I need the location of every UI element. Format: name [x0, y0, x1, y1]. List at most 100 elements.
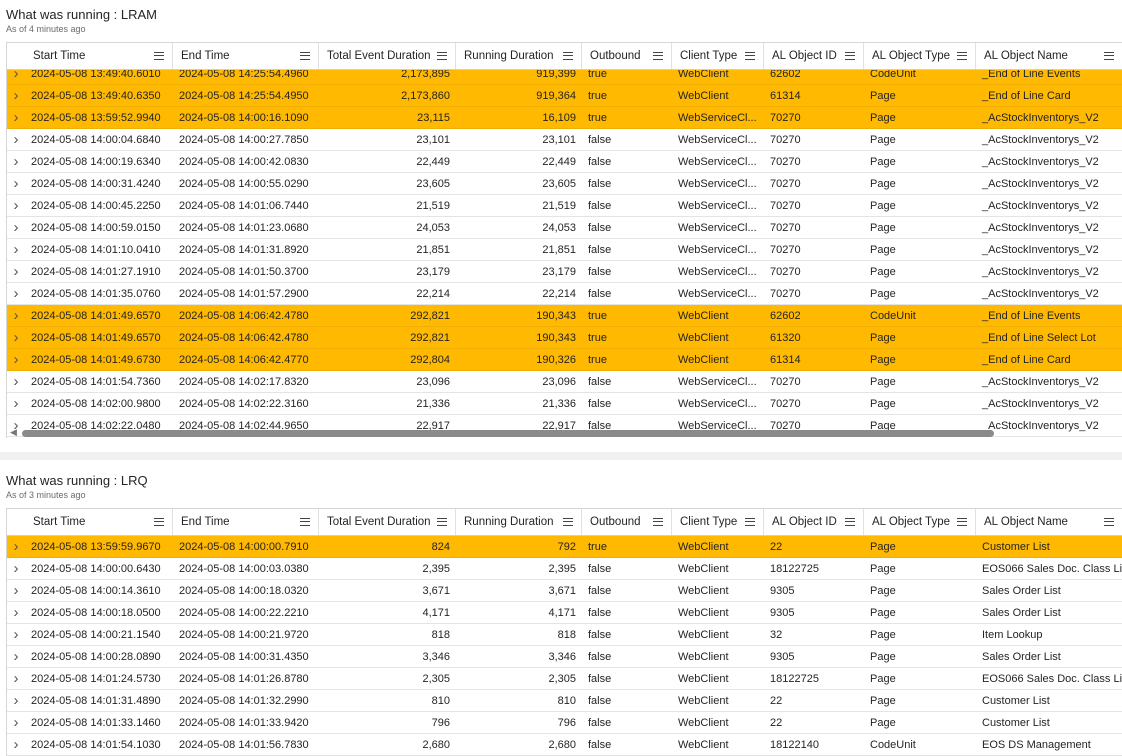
expand-chevron-right-icon[interactable]: › [7, 305, 25, 326]
expand-chevron-right-icon[interactable]: › [7, 217, 25, 238]
expand-chevron-right-icon[interactable]: › [7, 129, 25, 150]
column-menu-icon[interactable] [845, 518, 855, 526]
table-row[interactable]: › 2024-05-08 14:01:54.1030 2024-05-08 14:0… [7, 734, 1122, 756]
column-header-end-time[interactable]: End Time [173, 509, 319, 535]
expand-chevron-right-icon[interactable]: › [7, 371, 25, 392]
column-menu-icon[interactable] [653, 52, 663, 60]
table-row-highlighted[interactable]: › 2024-05-08 13:59:59.9670 2024-05-08 14:0… [7, 536, 1122, 558]
table-row[interactable]: › 2024-05-08 14:01:10.0410 2024-05-08 14:0… [7, 239, 1122, 261]
expand-chevron-right-icon[interactable]: › [7, 173, 25, 194]
column-menu-icon[interactable] [653, 518, 663, 526]
expand-chevron-right-icon[interactable]: › [7, 668, 25, 689]
table-row-highlighted[interactable]: › 2024-05-08 14:01:49.6570 2024-05-08 14:0… [7, 305, 1122, 327]
column-header-al-object-name[interactable]: AL Object Name [976, 43, 1122, 69]
column-menu-icon[interactable] [745, 52, 755, 60]
expand-chevron-right-icon[interactable]: › [7, 558, 25, 579]
column-header-al-object-id[interactable]: AL Object ID [764, 509, 864, 535]
column-header-outbound[interactable]: Outbound [582, 43, 672, 69]
column-header-al-object-id[interactable]: AL Object ID [764, 43, 864, 69]
column-menu-icon[interactable] [154, 518, 164, 526]
expand-chevron-right-icon[interactable]: › [7, 690, 25, 711]
table-header: Start Time End Time Total Event Duration Ru… [7, 42, 1122, 70]
table-row-highlighted[interactable]: › 2024-05-08 13:49:40.6350 2024-05-08 14:2… [7, 85, 1122, 107]
column-header-start-time[interactable]: Start Time [25, 43, 173, 69]
table-row[interactable]: › 2024-05-08 14:00:00.6430 2024-05-08 14:0… [7, 558, 1122, 580]
column-menu-icon[interactable] [845, 52, 855, 60]
cell-running-duration: 23,179 [542, 265, 576, 278]
cell-al-object-id: 32 [770, 628, 783, 641]
expand-chevron-right-icon[interactable]: › [7, 327, 25, 348]
column-menu-icon[interactable] [563, 518, 573, 526]
column-menu-icon[interactable] [300, 52, 310, 60]
scrollbar-thumb[interactable] [22, 430, 994, 437]
table-row[interactable]: › 2024-05-08 14:01:35.0760 2024-05-08 14:0… [7, 283, 1122, 305]
expand-chevron-right-icon[interactable]: › [7, 602, 25, 623]
column-menu-icon[interactable] [437, 518, 447, 526]
column-menu-icon[interactable] [957, 518, 967, 526]
cell-start-time: 2024-05-08 14:00:45.2250 [31, 199, 161, 212]
expand-chevron-right-icon[interactable]: › [7, 283, 25, 304]
column-menu-icon[interactable] [1104, 52, 1114, 60]
column-header-al-object-name[interactable]: AL Object Name [976, 509, 1122, 535]
table-row[interactable]: › 2024-05-08 14:00:19.6340 2024-05-08 14:0… [7, 151, 1122, 173]
table-row[interactable]: › 2024-05-08 14:00:59.0150 2024-05-08 14:0… [7, 217, 1122, 239]
column-header-outbound[interactable]: Outbound [582, 509, 672, 535]
table-row[interactable]: › 2024-05-08 14:01:33.1460 2024-05-08 14:0… [7, 712, 1122, 734]
expand-chevron-right-icon[interactable]: › [7, 536, 25, 557]
table-row[interactable]: › 2024-05-08 14:00:18.0500 2024-05-08 14:0… [7, 602, 1122, 624]
expand-chevron-right-icon[interactable]: › [7, 734, 25, 755]
cell-al-object-type: Page [870, 111, 896, 124]
horizontal-scrollbar[interactable]: ◀ [6, 427, 1122, 439]
column-header-running-duration[interactable]: Running Duration [456, 43, 582, 69]
table-row[interactable]: › 2024-05-08 14:01:24.5730 2024-05-08 14:0… [7, 668, 1122, 690]
column-menu-icon[interactable] [563, 52, 573, 60]
cell-running-duration: 23,101 [542, 133, 576, 146]
cell-total-event-duration: 23,096 [416, 375, 450, 388]
table-row[interactable]: › 2024-05-08 14:02:00.9800 2024-05-08 14:0… [7, 393, 1122, 415]
column-menu-icon[interactable] [300, 518, 310, 526]
column-menu-icon[interactable] [154, 52, 164, 60]
table-row[interactable]: › 2024-05-08 14:01:31.4890 2024-05-08 14:0… [7, 690, 1122, 712]
table-row[interactable]: › 2024-05-08 14:00:21.1540 2024-05-08 14:0… [7, 624, 1122, 646]
expand-chevron-right-icon[interactable]: › [7, 349, 25, 370]
column-header-al-object-type[interactable]: AL Object Type [864, 509, 976, 535]
table-row-highlighted[interactable]: › 2024-05-08 14:01:49.6730 2024-05-08 14:0… [7, 349, 1122, 371]
table-row[interactable]: › 2024-05-08 14:01:54.7360 2024-05-08 14:0… [7, 371, 1122, 393]
column-menu-icon[interactable] [437, 52, 447, 60]
expand-chevron-right-icon[interactable]: › [7, 107, 25, 128]
table-row[interactable]: › 2024-05-08 14:00:28.0890 2024-05-08 14:0… [7, 646, 1122, 668]
table-row-highlighted[interactable]: › 2024-05-08 13:59:52.9940 2024-05-08 14:0… [7, 107, 1122, 129]
column-header-start-time[interactable]: Start Time [25, 509, 173, 535]
table-row[interactable]: › 2024-05-08 14:00:45.2250 2024-05-08 14:0… [7, 195, 1122, 217]
column-header-client-type[interactable]: Client Type [672, 509, 764, 535]
expand-chevron-right-icon[interactable]: › [7, 85, 25, 106]
table-row[interactable]: › 2024-05-08 14:00:31.4240 2024-05-08 14:0… [7, 173, 1122, 195]
expand-chevron-right-icon[interactable]: › [7, 624, 25, 645]
expand-chevron-right-icon[interactable]: › [7, 712, 25, 733]
table-row[interactable]: › 2024-05-08 14:00:04.6840 2024-05-08 14:0… [7, 129, 1122, 151]
cell-al-object-type: Page [870, 628, 896, 641]
expand-chevron-right-icon[interactable]: › [7, 151, 25, 172]
column-header-total-event-duration[interactable]: Total Event Duration [319, 43, 456, 69]
expand-chevron-right-icon[interactable]: › [7, 393, 25, 414]
table-row[interactable]: › 2024-05-08 14:01:27.1910 2024-05-08 14:0… [7, 261, 1122, 283]
scroll-left-arrow-icon[interactable]: ◀ [10, 427, 17, 438]
cell-outbound: false [588, 155, 612, 168]
column-header-label: Outbound [590, 516, 641, 528]
expand-chevron-right-icon[interactable]: › [7, 195, 25, 216]
expand-chevron-right-icon[interactable]: › [7, 239, 25, 260]
column-header-running-duration[interactable]: Running Duration [456, 509, 582, 535]
expand-chevron-right-icon[interactable]: › [7, 646, 25, 667]
column-menu-icon[interactable] [1104, 518, 1114, 526]
column-header-al-object-type[interactable]: AL Object Type [864, 43, 976, 69]
column-header-client-type[interactable]: Client Type [672, 43, 764, 69]
expand-chevron-right-icon[interactable]: › [7, 580, 25, 601]
column-menu-icon[interactable] [745, 518, 755, 526]
table-row[interactable]: › 2024-05-08 14:00:14.3610 2024-05-08 14:0… [7, 580, 1122, 602]
column-header-end-time[interactable]: End Time [173, 43, 319, 69]
column-menu-icon[interactable] [957, 52, 967, 60]
column-header-total-event-duration[interactable]: Total Event Duration [319, 509, 456, 535]
cell-client-type: WebClient [678, 628, 729, 641]
table-row-highlighted[interactable]: › 2024-05-08 14:01:49.6570 2024-05-08 14:0… [7, 327, 1122, 349]
expand-chevron-right-icon[interactable]: › [7, 261, 25, 282]
